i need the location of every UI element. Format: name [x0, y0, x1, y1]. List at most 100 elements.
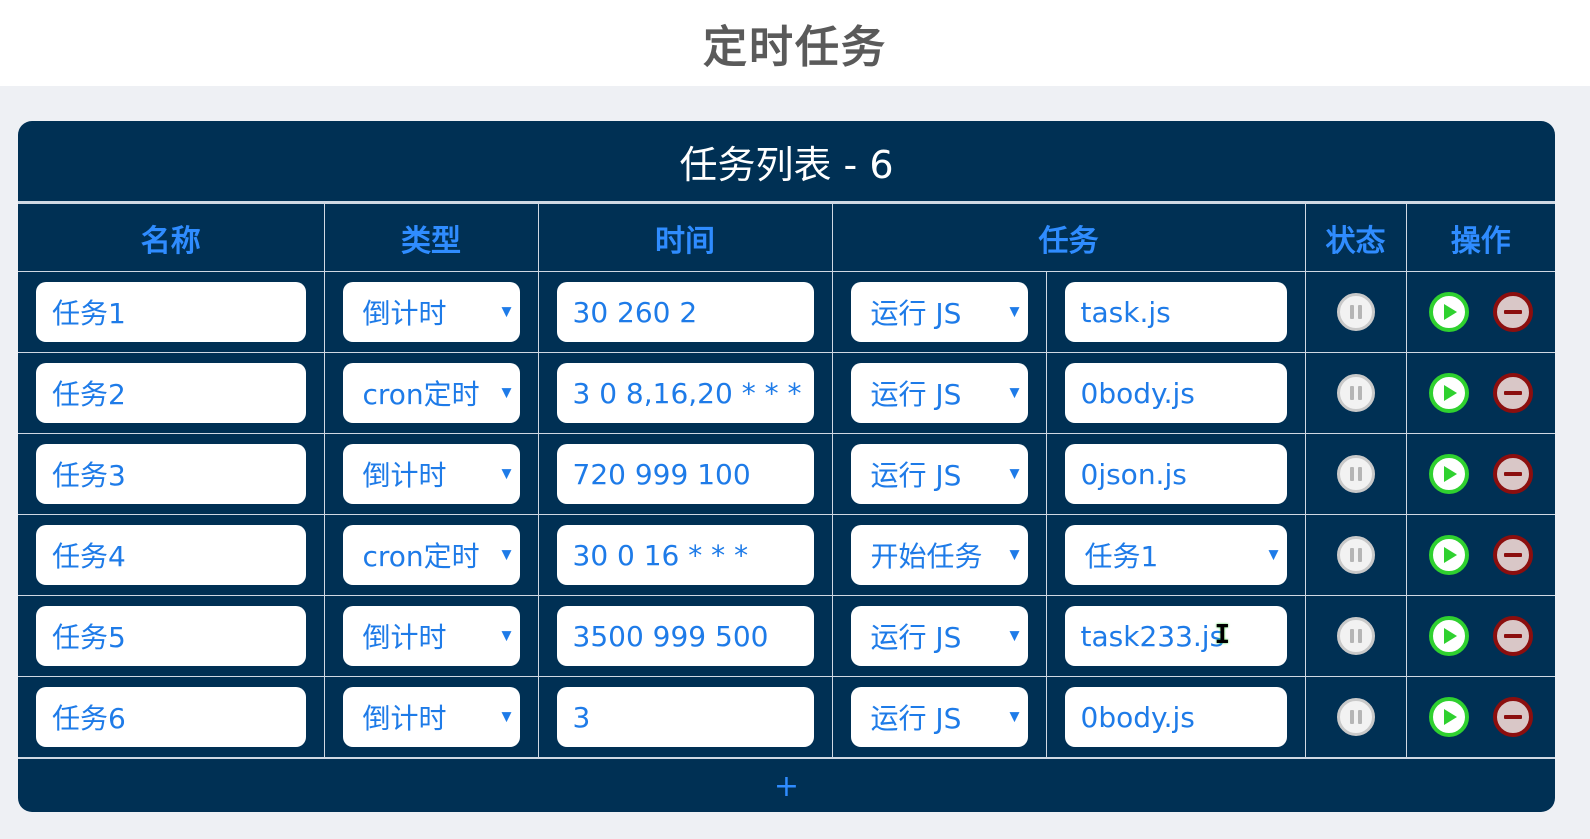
delete-button[interactable]: [1492, 697, 1533, 737]
task-target-value: task.js: [1080, 295, 1171, 329]
cell-status: [1304, 595, 1407, 677]
task-action-value: 运行 JS: [870, 459, 962, 492]
caret-down-icon[interactable]: ▼: [502, 305, 512, 320]
task-time-input[interactable]: 720 999 100: [556, 444, 814, 504]
column-header-name: 名称: [18, 203, 325, 272]
task-target-select[interactable]: 任务1 ▼: [1064, 525, 1287, 585]
task-type-select[interactable]: 倒计时 ▼: [342, 444, 520, 504]
task-action-select[interactable]: 运行 JS ▼: [850, 444, 1028, 504]
cell-action: 运行 JS ▼: [831, 433, 1047, 515]
delete-button[interactable]: [1492, 454, 1533, 494]
cell-name: 任务5: [18, 595, 325, 677]
task-target-input[interactable]: task.js: [1064, 282, 1287, 342]
task-type-select[interactable]: 倒计时 ▼: [342, 282, 520, 342]
cell-type: 倒计时 ▼: [323, 433, 539, 515]
play-icon: [1444, 547, 1458, 563]
pause-icon[interactable]: [1336, 536, 1375, 574]
task-action-select[interactable]: 开始任务 ▼: [850, 525, 1028, 585]
minus-icon: [1503, 634, 1522, 638]
task-action-select[interactable]: 运行 JS ▼: [850, 687, 1028, 747]
task-name-input[interactable]: 任务2: [36, 363, 306, 423]
run-button[interactable]: [1428, 535, 1469, 575]
delete-button[interactable]: [1492, 292, 1533, 332]
caret-down-icon[interactable]: ▼: [502, 629, 512, 644]
task-target-input[interactable]: task233.js I: [1064, 606, 1287, 666]
cell-target: 0json.js: [1045, 433, 1306, 515]
task-time-input[interactable]: 30 260 2: [556, 282, 814, 342]
task-type-select[interactable]: 倒计时 ▼: [342, 687, 520, 747]
caret-down-icon[interactable]: ▼: [1010, 548, 1020, 563]
task-target-input[interactable]: 0body.js: [1064, 687, 1287, 747]
caret-down-icon[interactable]: ▼: [502, 548, 512, 563]
cell-action: 运行 JS ▼: [831, 676, 1047, 758]
cell-name: 任务6: [18, 676, 325, 758]
column-header-time: 时间: [537, 203, 833, 272]
task-time-input[interactable]: 3500 999 500: [556, 606, 814, 666]
pause-icon[interactable]: [1336, 455, 1375, 493]
task-time-value: 3500 999 500: [572, 619, 769, 653]
caret-down-icon[interactable]: ▼: [502, 710, 512, 725]
task-action-select[interactable]: 运行 JS ▼: [850, 606, 1028, 666]
delete-button[interactable]: [1492, 373, 1533, 413]
pause-icon[interactable]: [1336, 698, 1375, 736]
task-name-input[interactable]: 任务5: [36, 606, 306, 666]
task-target-value: 0body.js: [1080, 700, 1195, 734]
pause-icon[interactable]: [1336, 293, 1375, 331]
task-action-value: 开始任务: [870, 540, 983, 573]
cell-status: [1304, 271, 1407, 353]
cell-type: cron定时 ▼: [323, 352, 539, 434]
task-list-title: 任务列表 - 6: [18, 121, 1555, 203]
delete-button[interactable]: [1492, 535, 1533, 575]
task-target-input[interactable]: 0json.js: [1064, 444, 1287, 504]
cell-ops: [1405, 271, 1555, 353]
cell-status: [1304, 352, 1407, 434]
cell-action: 运行 JS ▼: [831, 352, 1047, 434]
table-row: 任务3 倒计时 ▼ 720 999 100 运行 JS ▼ 0json.js: [18, 433, 1555, 515]
table-row: 任务1 倒计时 ▼ 30 260 2 运行 JS ▼ task.js: [18, 271, 1555, 353]
cell-target: task.js: [1045, 271, 1306, 353]
caret-down-icon[interactable]: ▼: [1010, 386, 1020, 401]
task-name-input[interactable]: 任务3: [36, 444, 306, 504]
task-type-select[interactable]: cron定时 ▼: [342, 363, 520, 423]
caret-down-icon[interactable]: ▼: [1010, 467, 1020, 482]
caret-down-icon[interactable]: ▼: [1010, 629, 1020, 644]
table-row: 任务2 cron定时 ▼ 3 0 8,16,20 * * * 运行 JS ▼ 0body.j…: [18, 352, 1555, 434]
add-task-button[interactable]: +: [18, 758, 1555, 812]
cell-type: cron定时 ▼: [323, 514, 539, 596]
task-time-input[interactable]: 3 0 8,16,20 * * *: [556, 363, 814, 423]
task-name-input[interactable]: 任务1: [36, 282, 306, 342]
task-action-value: 运行 JS: [870, 378, 962, 411]
cell-time: 720 999 100: [537, 433, 833, 515]
column-header-ops: 操作: [1405, 203, 1555, 272]
cell-action: 运行 JS ▼: [831, 595, 1047, 677]
run-button[interactable]: [1428, 616, 1469, 656]
caret-down-icon[interactable]: ▼: [1010, 305, 1020, 320]
run-button[interactable]: [1428, 292, 1469, 332]
pause-icon[interactable]: [1336, 374, 1375, 412]
caret-down-icon[interactable]: ▼: [502, 386, 512, 401]
caret-down-icon[interactable]: ▼: [502, 467, 512, 482]
cell-time: 3500 999 500: [537, 595, 833, 677]
run-button[interactable]: [1428, 454, 1469, 494]
cell-target: 任务1 ▼: [1045, 514, 1306, 596]
cell-type: 倒计时 ▼: [323, 595, 539, 677]
delete-button[interactable]: [1492, 616, 1533, 656]
task-target-input[interactable]: 0body.js: [1064, 363, 1287, 423]
task-table: 名称 类型 时间 任务 状态 操作 任务1 倒计时 ▼ 30 260 2 运行 JS ▼ t…: [18, 203, 1555, 758]
task-time-input[interactable]: 30 0 16 * * *: [556, 525, 814, 585]
cell-target: 0body.js: [1045, 676, 1306, 758]
task-type-select[interactable]: 倒计时 ▼: [342, 606, 520, 666]
task-type-select[interactable]: cron定时 ▼: [342, 525, 520, 585]
task-type-value: cron定时: [362, 378, 480, 411]
task-action-select[interactable]: 运行 JS ▼: [850, 282, 1028, 342]
run-button[interactable]: [1428, 697, 1469, 737]
pause-icon[interactable]: [1336, 617, 1375, 655]
task-action-select[interactable]: 运行 JS ▼: [850, 363, 1028, 423]
task-time-input[interactable]: 3: [556, 687, 814, 747]
task-name-input[interactable]: 任务4: [36, 525, 306, 585]
caret-down-icon[interactable]: ▼: [1010, 710, 1020, 725]
caret-down-icon[interactable]: ▼: [1269, 548, 1279, 563]
task-name-input[interactable]: 任务6: [36, 687, 306, 747]
task-name-value: 任务3: [52, 459, 126, 492]
run-button[interactable]: [1428, 373, 1469, 413]
